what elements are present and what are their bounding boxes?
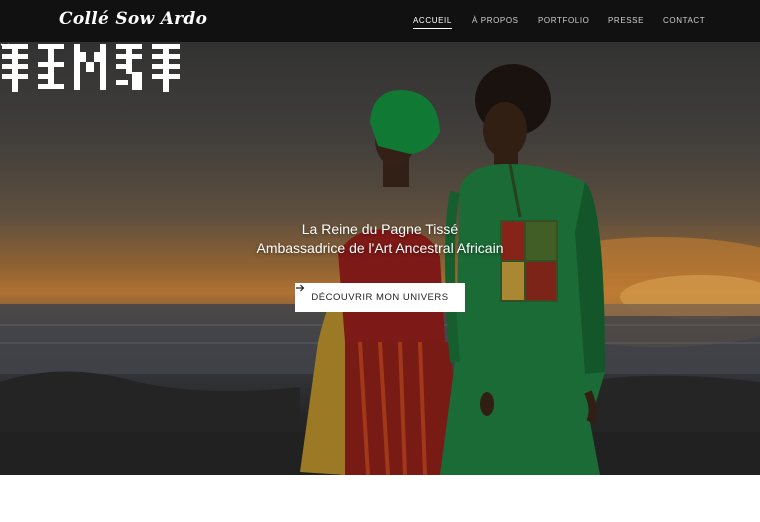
main-nav: ACCUEIL À PROPOS PORTFOLIO PRESSE CONTAC… — [0, 16, 760, 30]
hero-tagline-line2: Ambassadrice de l'Art Ancestral Africain — [256, 240, 504, 256]
hero-overlay — [0, 42, 760, 475]
discover-universe-button[interactable]: DÉCOUVRIR MON UNIVERS — [295, 283, 465, 312]
content-area — [0, 475, 760, 522]
nav-link-contact[interactable]: CONTACT — [663, 16, 705, 25]
nav-link-portfolio[interactable]: PORTFOLIO — [538, 16, 589, 25]
discover-universe-label: DÉCOUVRIR MON UNIVERS — [311, 292, 449, 303]
site-header: Collé Sow Ardo ACCUEIL À PROPOS PORTFOLI… — [0, 0, 760, 42]
nav-link-presse[interactable]: PRESSE — [608, 16, 644, 25]
nav-link-accueil[interactable]: ACCUEIL — [413, 16, 452, 29]
arrow-right-icon — [296, 284, 305, 292]
woven-pattern-emblem-icon — [2, 44, 180, 92]
chevron-down-icon[interactable] — [0, 42, 10, 50]
nav-link-a-propos[interactable]: À PROPOS — [472, 16, 519, 25]
hero-tagline-line1: La Reine du Pagne Tissé — [301, 221, 459, 237]
hero-section: La Reine du Pagne Tissé Ambassadrice de … — [0, 42, 760, 475]
